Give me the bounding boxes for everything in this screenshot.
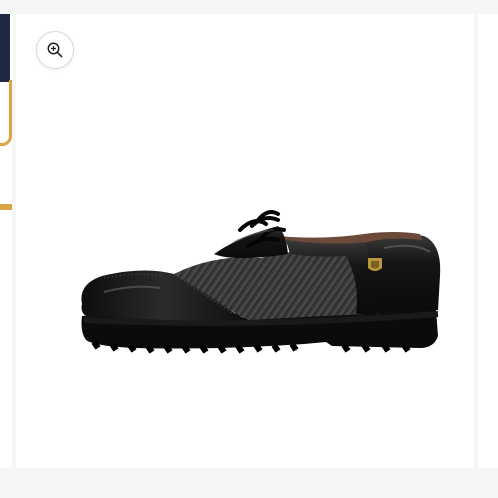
zoom-in-icon [47, 42, 63, 58]
previous-slide-peek[interactable] [0, 14, 12, 468]
zoom-button[interactable] [36, 31, 74, 69]
next-slide-peek[interactable] [478, 14, 498, 468]
previous-image-fragment [0, 14, 10, 82]
previous-image-fragment [0, 80, 12, 146]
gallery-slide-active [16, 14, 474, 468]
product-gallery [0, 0, 498, 498]
product-image[interactable] [64, 196, 444, 366]
previous-image-fragment [0, 204, 12, 210]
brand-badge [368, 258, 382, 271]
